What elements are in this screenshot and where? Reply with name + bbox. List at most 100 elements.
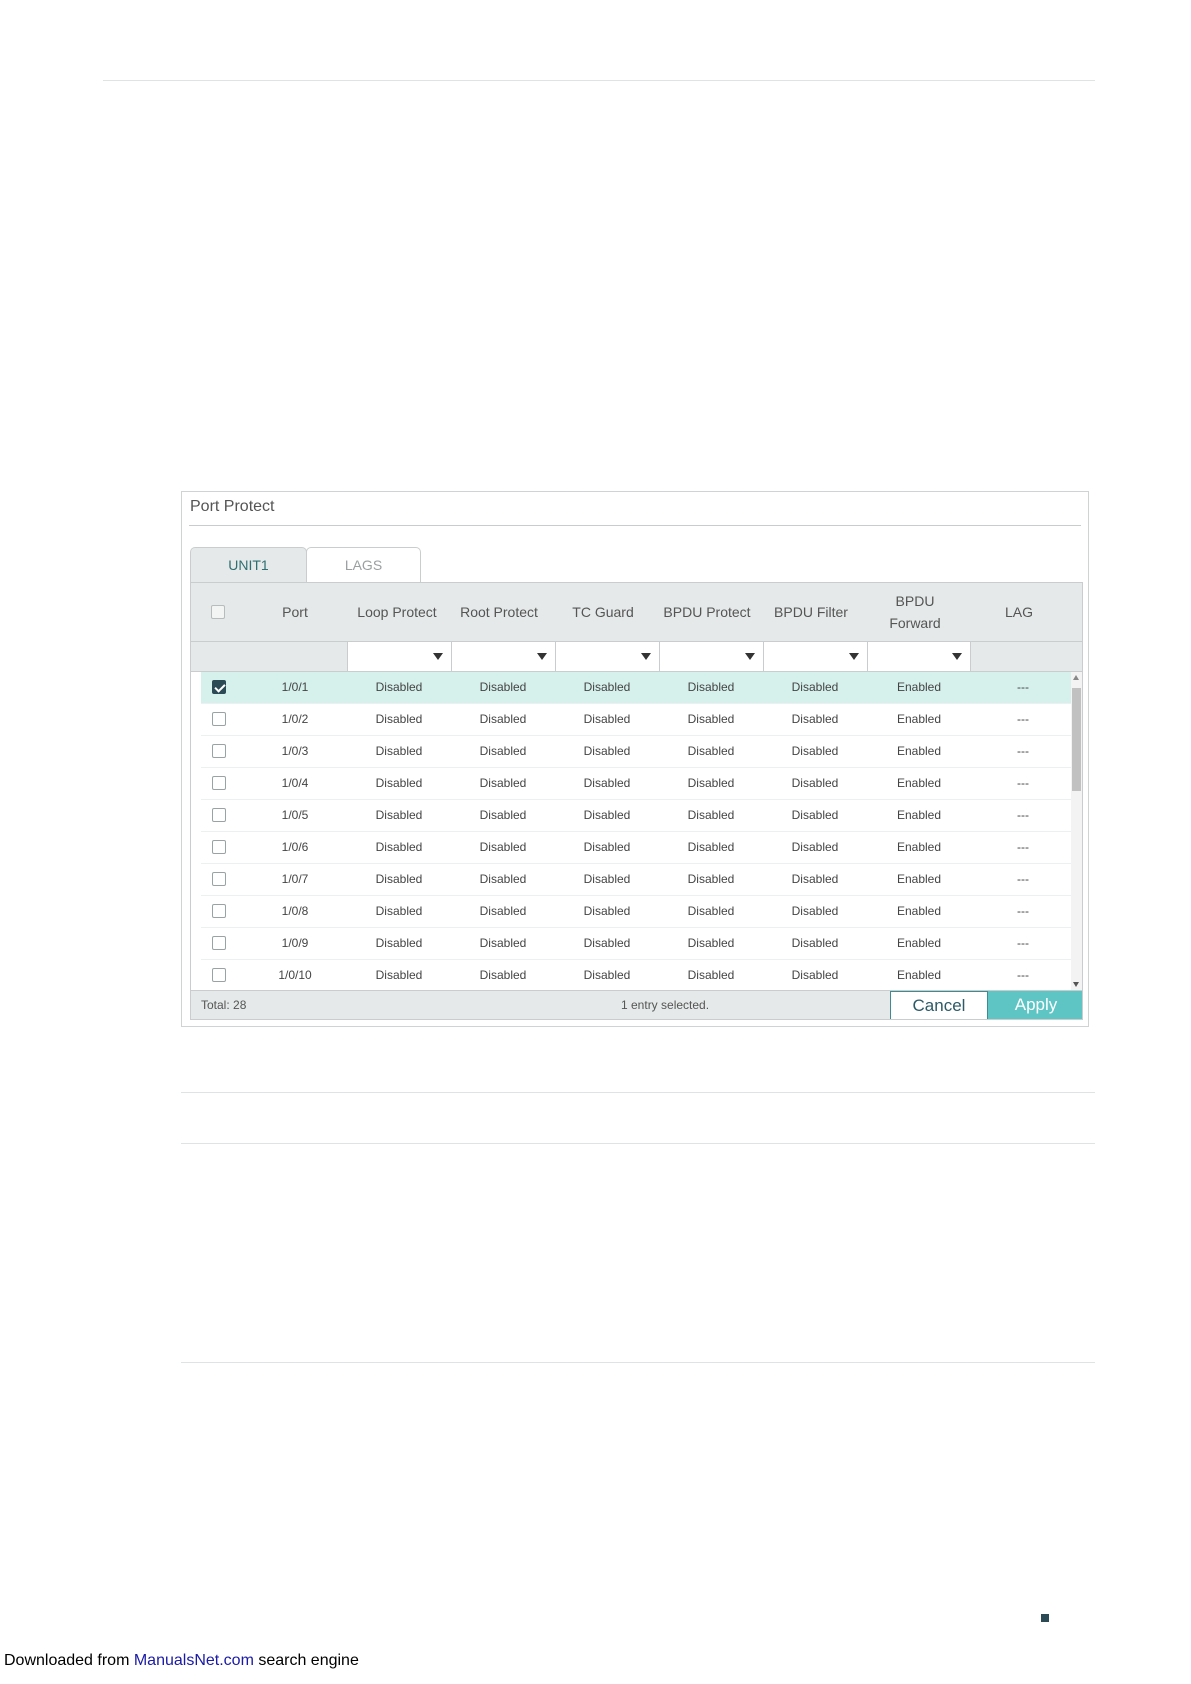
tab-unit1[interactable]: UNIT1 (190, 547, 307, 582)
tc-guard-cell: Disabled (583, 808, 631, 822)
bpdu-filter-cell: Disabled (791, 808, 839, 822)
table-row[interactable]: 1/0/6 Disabled Disabled Disabled Disabled Dis… (201, 832, 1071, 864)
top-divider (103, 80, 1095, 81)
bpdu-filter-cell: Disabled (791, 872, 839, 886)
download-note-suffix: search engine (253, 1652, 359, 1669)
column-header-tc-guard: TC Guard (572, 604, 634, 620)
table-row[interactable]: 1/0/4 Disabled Disabled Disabled Disabled Dis… (201, 768, 1071, 800)
loop-protect-cell: Disabled (375, 840, 423, 854)
bpdu-forward-cell: Enabled (896, 680, 942, 694)
table-row[interactable]: 1/0/5 Disabled Disabled Disabled Disabled Dis… (201, 800, 1071, 832)
bpdu-forward-cell: Enabled (896, 872, 942, 886)
row-checkbox[interactable] (212, 680, 226, 694)
row-checkbox[interactable] (212, 872, 226, 886)
tc-guard-filter-select[interactable] (555, 642, 659, 671)
bpdu-forward-cell: Enabled (896, 840, 942, 854)
apply-button[interactable]: Apply (988, 991, 1082, 1019)
tab-lags[interactable]: LAGS (306, 547, 421, 582)
cancel-button[interactable]: Cancel (890, 991, 988, 1019)
total-count: Total: 28 (201, 998, 247, 1012)
loop-protect-filter-select[interactable] (347, 642, 451, 671)
table-row[interactable]: 1/0/7 Disabled Disabled Disabled Disabled Dis… (201, 864, 1071, 896)
table-row[interactable]: 1/0/8 Disabled Disabled Disabled Disabled Dis… (201, 896, 1071, 928)
port-cell: 1/0/10 (278, 968, 312, 982)
divider (181, 1143, 1095, 1144)
bpdu-filter-filter-select[interactable] (763, 642, 867, 671)
bpdu-protect-cell: Disabled (687, 968, 735, 982)
row-checkbox[interactable] (212, 712, 226, 726)
row-checkbox[interactable] (212, 936, 226, 950)
lag-cell: --- (1017, 712, 1029, 726)
table-scrollbar[interactable] (1071, 672, 1082, 990)
column-header-lag: LAG (1004, 604, 1033, 620)
scroll-up-icon[interactable] (1073, 675, 1079, 680)
bpdu-filter-cell: Disabled (791, 680, 839, 694)
scroll-down-icon[interactable] (1073, 982, 1079, 987)
row-checkbox[interactable] (212, 744, 226, 758)
bpdu-forward-cell: Enabled (896, 904, 942, 918)
tc-guard-cell: Disabled (583, 744, 631, 758)
chevron-down-icon (745, 653, 755, 660)
table-row[interactable]: 1/0/2 Disabled Disabled Disabled Disabled Dis… (201, 704, 1071, 736)
port-cell: 1/0/6 (281, 840, 309, 854)
lag-cell: --- (1017, 744, 1029, 758)
root-protect-filter-select[interactable] (451, 642, 555, 671)
bpdu-forward-cell: Enabled (896, 776, 942, 790)
bpdu-protect-filter-select[interactable] (659, 642, 763, 671)
bpdu-protect-cell: Disabled (687, 904, 735, 918)
lag-cell: --- (1017, 680, 1029, 694)
port-protect-panel: Port Protect UNIT1 LAGS Port Loop Protec… (181, 491, 1089, 1027)
table-row[interactable]: 1/0/3 Disabled Disabled Disabled Disabled Dis… (201, 736, 1071, 768)
root-protect-cell: Disabled (479, 840, 527, 854)
table-row[interactable]: 1/0/9 Disabled Disabled Disabled Disabled Dis… (201, 928, 1071, 960)
loop-protect-cell: Disabled (375, 712, 423, 726)
loop-protect-cell: Disabled (375, 776, 423, 790)
row-checkbox[interactable] (212, 968, 226, 982)
table-row[interactable]: 1/0/10 Disabled Disabled Disabled Disabled Di… (201, 960, 1071, 992)
loop-protect-cell: Disabled (375, 936, 423, 950)
tc-guard-cell: Disabled (583, 968, 631, 982)
bpdu-filter-cell: Disabled (791, 936, 839, 950)
bpdu-filter-cell: Disabled (791, 904, 839, 918)
bpdu-forward-filter-select[interactable] (867, 642, 971, 671)
root-protect-cell: Disabled (479, 680, 527, 694)
table-body: 1/0/1 Disabled Disabled Disabled Disabled Dis… (201, 672, 1071, 992)
panel-title: Port Protect (190, 498, 275, 515)
bpdu-protect-cell: Disabled (687, 840, 735, 854)
bpdu-protect-cell: Disabled (687, 712, 735, 726)
column-header-root-protect: Root Protect (460, 604, 538, 620)
select-all-checkbox[interactable] (211, 605, 225, 619)
selection-info: 1 entry selected. (621, 998, 710, 1012)
bpdu-filter-cell: Disabled (791, 712, 839, 726)
port-cell: 1/0/8 (281, 904, 309, 918)
loop-protect-cell: Disabled (375, 872, 423, 886)
chevron-down-icon (952, 653, 962, 660)
row-checkbox[interactable] (212, 776, 226, 790)
row-checkbox[interactable] (212, 904, 226, 918)
bpdu-forward-cell: Enabled (896, 936, 942, 950)
table-row[interactable]: 1/0/1 Disabled Disabled Disabled Disabled Dis… (201, 672, 1071, 704)
divider (181, 1092, 1095, 1093)
manualsnet-link[interactable]: ManualsNet.com (134, 1652, 254, 1669)
tc-guard-cell: Disabled (583, 712, 631, 726)
bpdu-filter-cell: Disabled (791, 840, 839, 854)
row-checkbox[interactable] (212, 808, 226, 822)
port-cell: 1/0/7 (281, 872, 309, 886)
bpdu-forward-cell: Enabled (896, 968, 942, 982)
bpdu-protect-cell: Disabled (687, 872, 735, 886)
page-marker (1041, 1614, 1049, 1622)
row-checkbox[interactable] (212, 840, 226, 854)
lag-cell: --- (1017, 904, 1029, 918)
tc-guard-cell: Disabled (583, 840, 631, 854)
port-cell: 1/0/4 (281, 776, 309, 790)
root-protect-cell: Disabled (479, 712, 527, 726)
bpdu-forward-cell: Enabled (896, 712, 942, 726)
bpdu-filter-cell: Disabled (791, 776, 839, 790)
filter-row (191, 642, 1082, 672)
tc-guard-cell: Disabled (583, 680, 631, 694)
port-cell: 1/0/3 (281, 744, 309, 758)
chevron-down-icon (433, 653, 443, 660)
scrollbar-thumb[interactable] (1072, 688, 1081, 791)
table-footer: Total: 28 1 entry selected. Cancel Apply (191, 990, 1082, 1019)
download-note-prefix: Downloaded from (4, 1652, 134, 1669)
